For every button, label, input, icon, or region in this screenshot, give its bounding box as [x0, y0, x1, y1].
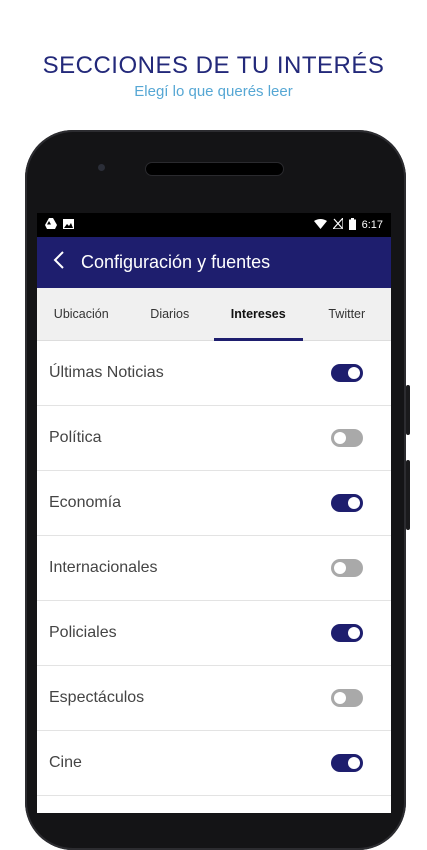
power-button: [406, 460, 410, 530]
interest-label: Internacionales: [49, 559, 158, 576]
interests-list: Últimas Noticias Política Economía Inter…: [37, 341, 391, 796]
toggle-knob: [334, 432, 346, 444]
front-camera: [98, 164, 105, 171]
tab-ubicacion[interactable]: Ubicación: [37, 288, 126, 340]
promo-title: SECCIONES DE TU INTERÉS: [42, 52, 385, 79]
interest-label: Economía: [49, 494, 122, 511]
interest-label: Espectáculos: [49, 689, 145, 706]
toggle-knob: [348, 497, 360, 509]
interest-toggle[interactable]: [331, 429, 363, 447]
app-screen: 6:17 Configuración y fuentes Ubicación D…: [37, 213, 391, 813]
tab-diarios[interactable]: Diarios: [126, 288, 215, 340]
interest-row[interactable]: Espectáculos: [37, 666, 391, 731]
earpiece-speaker: [145, 162, 284, 176]
interest-toggle[interactable]: [331, 624, 363, 642]
interest-toggle[interactable]: [331, 364, 363, 382]
interest-label: Cine: [49, 754, 82, 771]
app-bar: Configuración y fuentes: [37, 237, 391, 288]
status-bar: 6:17: [37, 213, 391, 237]
battery-icon: [348, 217, 356, 233]
toggle-knob: [348, 757, 360, 769]
toggle-knob: [334, 692, 346, 704]
interest-row[interactable]: Internacionales: [37, 536, 391, 601]
tab-twitter[interactable]: Twitter: [303, 288, 392, 340]
interest-toggle[interactable]: [331, 559, 363, 577]
tab-bar: Ubicación Diarios Intereses Twitter: [37, 288, 391, 341]
image-icon: [63, 218, 74, 232]
interest-row[interactable]: Política: [37, 406, 391, 471]
no-signal-icon: [331, 216, 344, 232]
wifi-icon: [313, 218, 327, 232]
promo-subtitle: Elegí lo que querés leer: [134, 83, 293, 100]
interest-row[interactable]: Economía: [37, 471, 391, 536]
back-button[interactable]: [37, 250, 81, 275]
interest-label: Política: [49, 429, 102, 446]
status-time: 6:17: [361, 219, 383, 231]
interest-toggle[interactable]: [331, 689, 363, 707]
drive-icon: [45, 218, 57, 232]
toggle-knob: [348, 367, 360, 379]
interest-toggle[interactable]: [331, 754, 363, 772]
toggle-knob: [334, 562, 346, 574]
interest-label: Últimas Noticias: [49, 364, 164, 381]
interest-row[interactable]: Últimas Noticias: [37, 341, 391, 406]
toggle-knob: [348, 627, 360, 639]
interest-toggle[interactable]: [331, 494, 363, 512]
interest-row[interactable]: Policiales: [37, 601, 391, 666]
chevron-left-icon: [53, 250, 65, 275]
interest-row[interactable]: Cine: [37, 731, 391, 796]
interest-label: Policiales: [49, 624, 117, 641]
tab-intereses[interactable]: Intereses: [214, 288, 303, 341]
volume-button: [406, 385, 410, 435]
page-title: Configuración y fuentes: [81, 252, 271, 272]
